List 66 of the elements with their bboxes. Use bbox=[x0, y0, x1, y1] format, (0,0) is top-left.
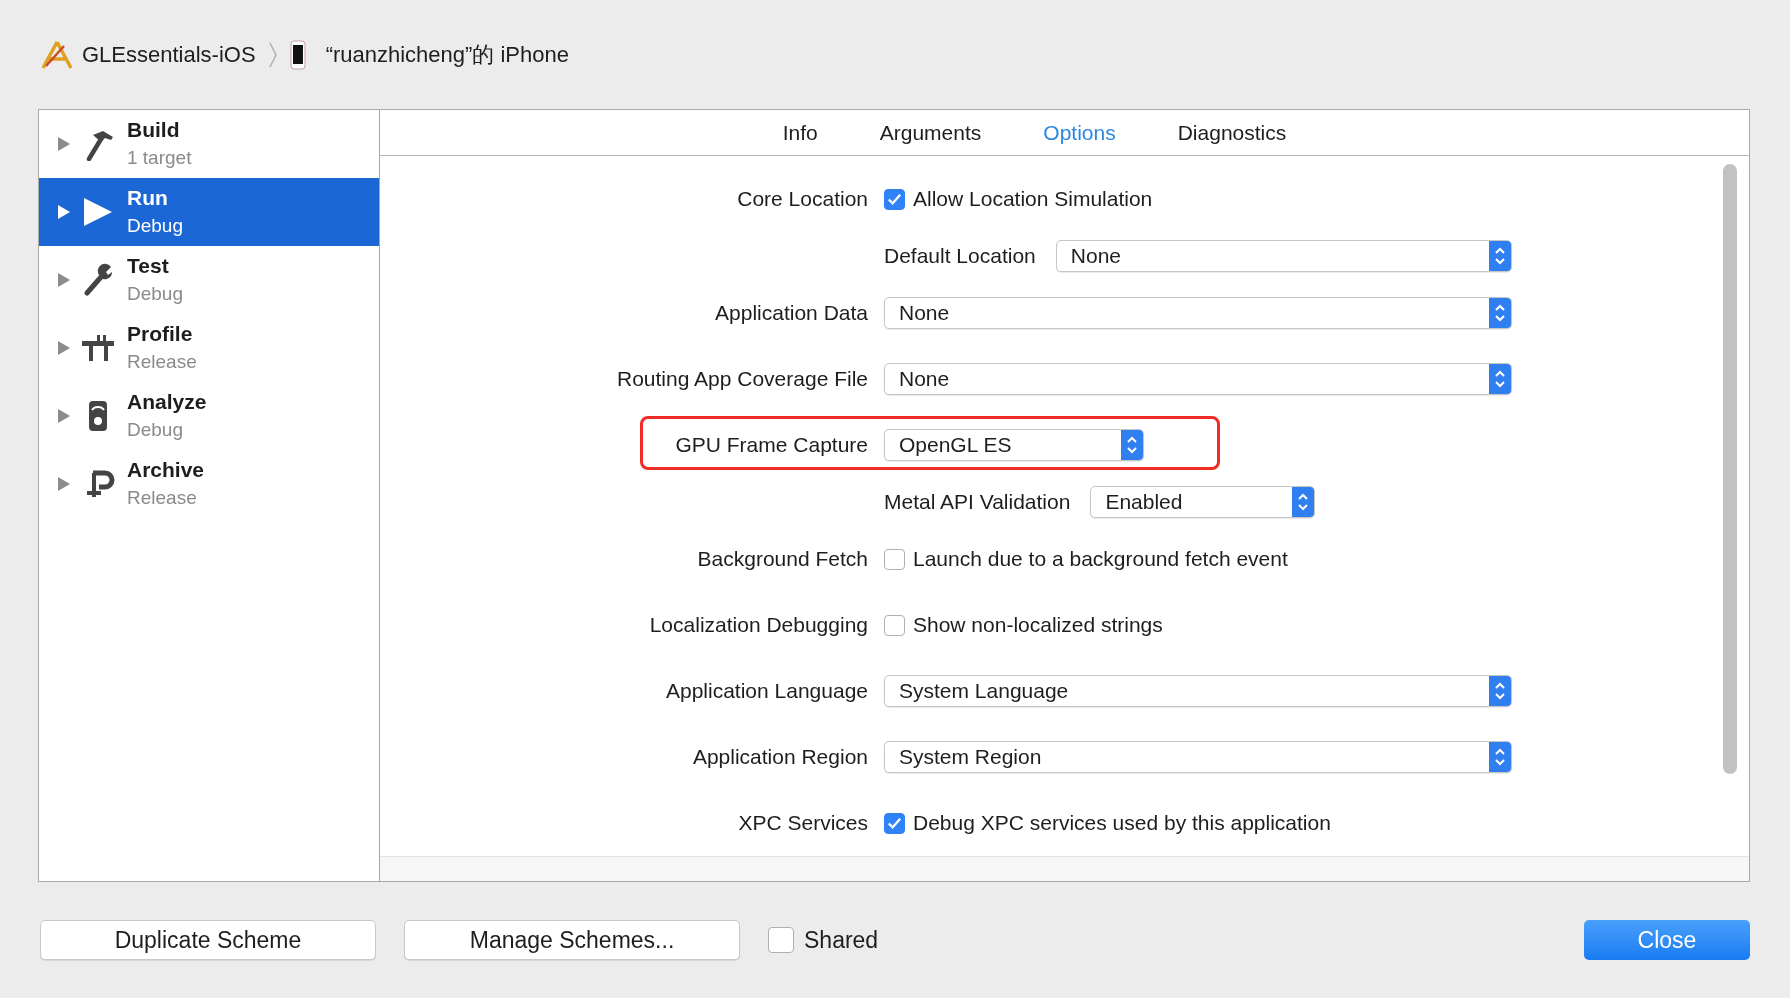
option-label: GPU Frame Capture bbox=[675, 433, 868, 457]
option-label: Application Language bbox=[666, 679, 868, 703]
tab[interactable]: Options bbox=[1029, 114, 1130, 151]
popup-menu[interactable]: System Language bbox=[884, 675, 1512, 708]
scheme-subtitle: Debug bbox=[127, 418, 184, 442]
popup-menu[interactable]: System Region bbox=[884, 741, 1512, 774]
option-label: Background Fetch bbox=[697, 547, 868, 571]
scheme-action-item[interactable]: Build 1 target bbox=[39, 110, 379, 178]
scheme-title: Profile bbox=[127, 321, 194, 347]
disclosure-triangle-icon[interactable] bbox=[57, 204, 71, 220]
disclosure-triangle-icon[interactable] bbox=[57, 476, 71, 492]
popup-menu[interactable]: None bbox=[1055, 240, 1512, 273]
scheme-subtitle: Debug bbox=[127, 282, 183, 306]
popup-menu[interactable]: OpenGL ES bbox=[884, 429, 1145, 462]
disclosure-triangle-icon[interactable] bbox=[57, 136, 71, 152]
scheme-title: Analyze bbox=[127, 389, 207, 415]
checkbox[interactable]: Launch due to a background fetch event bbox=[884, 547, 1288, 572]
scheme-action-item[interactable]: Profile Release bbox=[39, 314, 379, 382]
chevron-icon bbox=[267, 40, 278, 69]
scheme-subtitle: Debug bbox=[127, 214, 183, 238]
option-label: Default Location bbox=[884, 244, 1036, 269]
checkbox[interactable]: Show non-localized strings bbox=[884, 613, 1163, 638]
scheme-title: Run bbox=[127, 185, 169, 211]
up-down-arrows-icon bbox=[1489, 742, 1511, 773]
scheme-title: Test bbox=[127, 253, 170, 279]
option-label: Application Data bbox=[715, 301, 868, 325]
option-label: Routing App Coverage File bbox=[617, 367, 868, 391]
tab[interactable]: Arguments bbox=[865, 114, 996, 151]
up-down-arrows-icon bbox=[1489, 364, 1511, 395]
disclosure-triangle-icon[interactable] bbox=[57, 272, 71, 288]
disclosure-triangle-icon[interactable] bbox=[57, 408, 71, 424]
phone-icon bbox=[289, 39, 306, 70]
scheme-action-item[interactable]: Run Debug bbox=[39, 178, 379, 246]
scheme-action-item[interactable]: Test Debug bbox=[39, 246, 379, 314]
tab[interactable]: Diagnostics bbox=[1163, 114, 1301, 151]
popup-menu[interactable]: None bbox=[884, 363, 1512, 396]
scheme-action-item[interactable]: Analyze Debug bbox=[39, 382, 379, 450]
up-down-arrows-icon bbox=[1489, 298, 1511, 329]
option-label: Metal API Validation bbox=[884, 490, 1071, 515]
tab[interactable]: Info bbox=[768, 114, 832, 151]
project-name[interactable]: GLEssentials-iOS bbox=[82, 41, 256, 68]
option-label: Core Location bbox=[737, 187, 868, 211]
duplicate-scheme-button[interactable]: Duplicate Scheme bbox=[40, 920, 376, 960]
scheme-action-item[interactable]: Archive Release bbox=[39, 450, 379, 518]
checkbox[interactable]: Allow Location Simulation bbox=[884, 187, 1153, 212]
option-label: Application Region bbox=[692, 745, 868, 769]
option-label: XPC Services bbox=[738, 811, 868, 835]
scheme-title: Build bbox=[127, 117, 181, 143]
up-down-arrows-icon bbox=[1292, 487, 1315, 518]
popup-menu[interactable]: None bbox=[884, 297, 1512, 330]
up-down-arrows-icon bbox=[1489, 676, 1511, 707]
scheme-title: Archive bbox=[127, 457, 205, 483]
app-icon bbox=[40, 39, 74, 70]
scheme-subtitle: Release bbox=[127, 350, 197, 374]
checkbox[interactable]: Debug XPC services used by this application bbox=[884, 811, 1331, 836]
up-down-arrows-icon bbox=[1121, 430, 1144, 461]
disclosure-triangle-icon[interactable] bbox=[57, 340, 71, 356]
up-down-arrows-icon bbox=[1489, 241, 1511, 272]
popup-menu[interactable]: Enabled bbox=[1090, 486, 1316, 519]
shared-checkbox[interactable]: Shared bbox=[768, 926, 879, 954]
device-name[interactable]: “ruanzhicheng”的 iPhone bbox=[325, 39, 569, 70]
scheme-subtitle: Release bbox=[127, 486, 198, 510]
scheme-subtitle: 1 target bbox=[127, 146, 192, 170]
manage-schemes-button[interactable]: Manage Schemes... bbox=[404, 920, 740, 960]
scrollbar[interactable] bbox=[1723, 164, 1737, 775]
option-label: Localization Debugging bbox=[649, 613, 868, 637]
